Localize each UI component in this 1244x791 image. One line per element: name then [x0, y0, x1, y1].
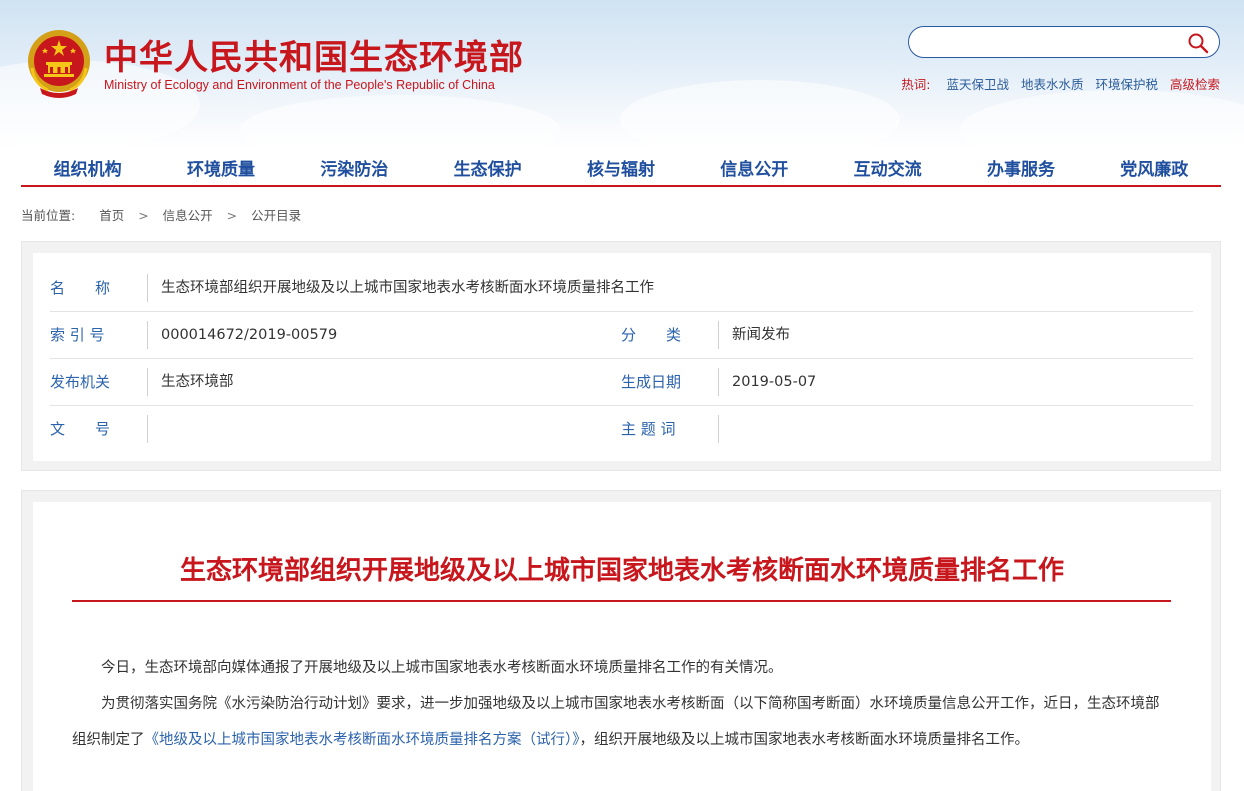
breadcrumb: 当前位置: 首页 > 信息公开 > 公开目录 [21, 205, 301, 224]
main-nav: 组织机构 环境质量 污染防治 生态保护 核与辐射 信息公开 互动交流 办事服务 … [21, 150, 1221, 187]
meta-label-name: 名 称 [50, 279, 111, 297]
breadcrumb-info-disclosure[interactable]: 信息公开 [163, 208, 213, 223]
cloud-decoration [620, 80, 900, 150]
site-subtitle: Ministry of Ecology and Environment of t… [104, 78, 495, 92]
meta-row-name: 名 称 生态环境部组织开展地级及以上城市国家地表水考核断面水环境质量排名工作 [50, 265, 1193, 312]
advanced-search-link[interactable]: 高级检索 [1170, 77, 1220, 92]
meta-divider [718, 368, 719, 396]
meta-divider [147, 274, 148, 302]
meta-label-index: 索 引 号 [50, 326, 105, 344]
meta-label-issuer: 发布机关 [50, 373, 111, 391]
nav-item-services[interactable]: 办事服务 [954, 150, 1087, 185]
nav-item-info-disclosure[interactable]: 信息公开 [688, 150, 821, 185]
nav-item-party-integrity[interactable]: 党风廉政 [1088, 150, 1221, 185]
site-header: 中华人民共和国生态环境部 Ministry of Ecology and Env… [0, 0, 1244, 150]
hot-words-label: 热词: [901, 77, 931, 92]
article-paragraph: 今日，生态环境部向媒体通报了开展地级及以上城市国家地表水考核断面水环境质量排名工… [101, 660, 783, 676]
document-meta-table: 名 称 生态环境部组织开展地级及以上城市国家地表水考核断面水环境质量排名工作 索… [33, 253, 1211, 461]
cloud-decoration [960, 90, 1244, 150]
meta-label-date: 生成日期 [621, 373, 682, 391]
meta-divider [147, 321, 148, 349]
meta-value-issuer: 生态环境部 [161, 374, 234, 390]
search-box [908, 26, 1220, 58]
meta-value-name: 生态环境部组织开展地级及以上城市国家地表水考核断面水环境质量排名工作 [161, 280, 654, 296]
nav-item-organization[interactable]: 组织机构 [21, 150, 154, 185]
breadcrumb-catalog[interactable]: 公开目录 [251, 208, 301, 223]
article-text: ，组织开展地级及以上城市国家地表水考核断面水环境质量排名工作。 [579, 732, 1030, 748]
article-title-rule [72, 600, 1171, 602]
meta-value-date: 2019-05-07 [732, 374, 817, 390]
breadcrumb-home[interactable]: 首页 [99, 208, 124, 223]
national-emblem-icon[interactable] [26, 28, 92, 98]
article-paragraph: 为贯彻落实国务院《水污染防治行动计划》要求，进一步加强地级及以上城市国家地表水考… [72, 686, 1171, 758]
meta-label-keywords: 主 题 词 [621, 420, 676, 438]
hot-word-link[interactable]: 地表水水质 [1021, 77, 1084, 92]
nav-item-interaction[interactable]: 互动交流 [821, 150, 954, 185]
nav-item-environment-quality[interactable]: 环境质量 [154, 150, 287, 185]
site-title[interactable]: 中华人民共和国生态环境部 [104, 38, 524, 78]
meta-value-category: 新闻发布 [732, 327, 790, 343]
hot-word-link[interactable]: 蓝天保卫战 [946, 77, 1009, 92]
meta-divider [718, 415, 719, 443]
hot-word-link[interactable]: 环境保护税 [1095, 77, 1158, 92]
meta-row-issuer: 发布机关 生态环境部 生成日期 2019-05-07 [50, 359, 1193, 406]
meta-divider [718, 321, 719, 349]
nav-item-nuclear-radiation[interactable]: 核与辐射 [554, 150, 687, 185]
article-title: 生态环境部组织开展地级及以上城市国家地表水考核断面水环境质量排名工作 [179, 556, 1064, 586]
meta-row-index: 索 引 号 000014672/2019-00579 分 类 新闻发布 [50, 312, 1193, 359]
breadcrumb-label: 当前位置: [21, 208, 76, 223]
article-content: 生态环境部组织开展地级及以上城市国家地表水考核断面水环境质量排名工作 今日，生态… [33, 502, 1211, 791]
nav-item-ecology-protection[interactable]: 生态保护 [421, 150, 554, 185]
hot-words: 热词: 蓝天保卫战 地表水水质 环境保护税 高级检索 [901, 74, 1220, 93]
meta-label-docno: 文 号 [50, 420, 111, 438]
meta-label-category: 分 类 [621, 326, 682, 344]
search-icon[interactable] [1187, 32, 1209, 54]
breadcrumb-separator: > [138, 208, 149, 223]
meta-row-docno: 文 号 主 题 词 [50, 406, 1193, 453]
document-meta-panel: 名 称 生态环境部组织开展地级及以上城市国家地表水考核断面水环境质量排名工作 索… [21, 241, 1221, 471]
breadcrumb-separator: > [226, 208, 238, 223]
article-panel: 生态环境部组织开展地级及以上城市国家地表水考核断面水环境质量排名工作 今日，生态… [21, 490, 1221, 791]
article-body: 今日，生态环境部向媒体通报了开展地级及以上城市国家地表水考核断面水环境质量排名工… [72, 650, 1171, 758]
search-input[interactable] [923, 31, 1173, 53]
meta-divider [147, 368, 148, 396]
cloud-decoration [240, 95, 560, 150]
meta-value-index: 000014672/2019-00579 [161, 327, 338, 343]
meta-divider [147, 415, 148, 443]
article-document-link[interactable]: 《地级及以上城市国家地表水考核断面水环境质量排名方案（试行）》 [145, 732, 580, 748]
nav-item-pollution-control[interactable]: 污染防治 [288, 150, 421, 185]
